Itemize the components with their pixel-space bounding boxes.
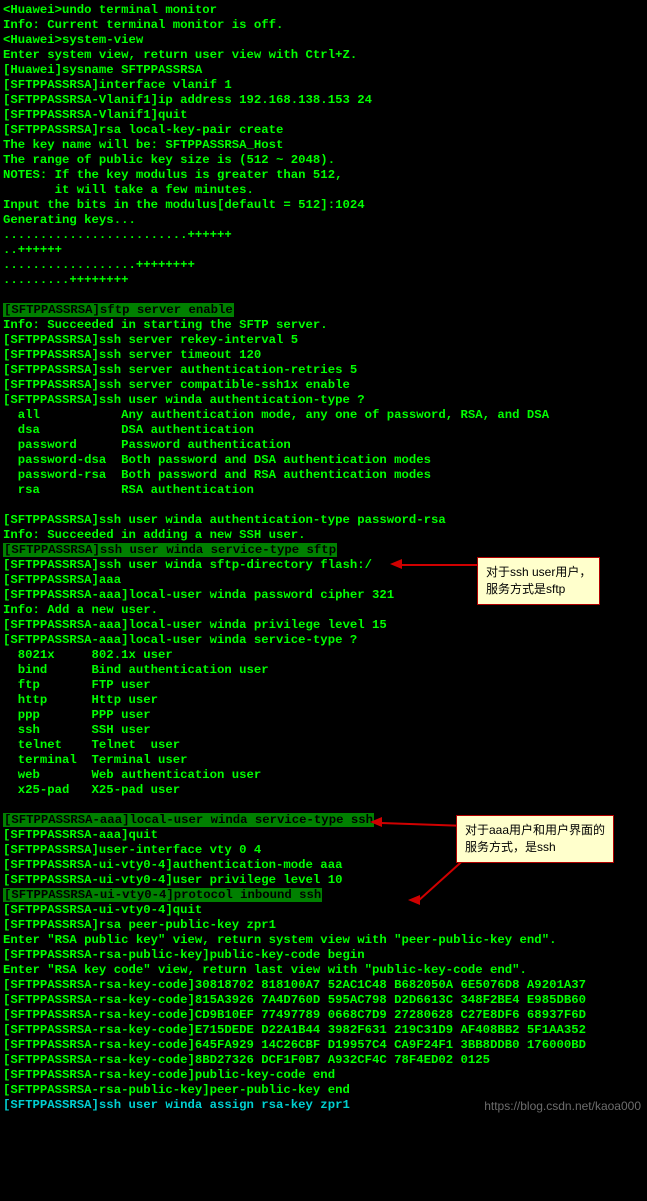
terminal-line: dsa DSA authentication xyxy=(3,423,644,438)
highlighted-command: [SFTPPASSRSA-ui-vty0-4]protocol inbound … xyxy=(3,888,322,902)
callout-text: 对于aaa用户和用户界面的 xyxy=(465,822,605,839)
terminal-line: <Huawei>system-view xyxy=(3,33,644,48)
terminal-line: 8021x 802.1x user xyxy=(3,648,644,663)
terminal-line: ssh SSH user xyxy=(3,723,644,738)
terminal-line: Enter system view, return user view with… xyxy=(3,48,644,63)
arrow-head-icon xyxy=(370,817,382,827)
terminal-line: password-dsa Both password and DSA authe… xyxy=(3,453,644,468)
terminal-line: terminal Terminal user xyxy=(3,753,644,768)
terminal-line: it will take a few minutes. xyxy=(3,183,644,198)
terminal-line: [SFTPPASSRSA]interface vlanif 1 xyxy=(3,78,644,93)
terminal-line: <Huawei>undo terminal monitor xyxy=(3,3,644,18)
terminal-line: [SFTPPASSRSA]ssh user winda authenticati… xyxy=(3,393,644,408)
terminal-line xyxy=(3,498,644,513)
terminal-line: Enter "RSA public key" view, return syst… xyxy=(3,933,644,948)
terminal-line: [SFTPPASSRSA-rsa-key-code]public-key-cod… xyxy=(3,1068,644,1083)
terminal-line: [SFTPPASSRSA-rsa-key-code]645FA929 14C26… xyxy=(3,1038,644,1053)
highlighted-command: [SFTPPASSRSA-aaa]local-user winda servic… xyxy=(3,813,374,827)
arrow-line xyxy=(400,564,478,566)
terminal-line: ..++++++ xyxy=(3,243,644,258)
terminal-line: password Password authentication xyxy=(3,438,644,453)
highlighted-command: [SFTPPASSRSA]sftp server enable xyxy=(3,303,234,317)
terminal-line: telnet Telnet user xyxy=(3,738,644,753)
terminal-line: The key name will be: SFTPPASSRSA_Host xyxy=(3,138,644,153)
annotation-callout: 对于ssh user用户，服务方式是sftp xyxy=(477,557,600,605)
terminal-line: [SFTPPASSRSA-ui-vty0-4]quit xyxy=(3,903,644,918)
terminal-line: .........................++++++ xyxy=(3,228,644,243)
callout-text: 服务方式，是ssh xyxy=(465,839,605,856)
terminal-line: [SFTPPASSRSA]ssh server rekey-interval 5 xyxy=(3,333,644,348)
terminal-line: Info: Succeeded in adding a new SSH user… xyxy=(3,528,644,543)
terminal-line: NOTES: If the key modulus is greater tha… xyxy=(3,168,644,183)
terminal-line: [SFTPPASSRSA-rsa-key-code]30818702 81810… xyxy=(3,978,644,993)
terminal-line: Input the bits in the modulus[default = … xyxy=(3,198,644,213)
terminal-line: [SFTPPASSRSA-rsa-key-code]8BD27326 DCF1F… xyxy=(3,1053,644,1068)
terminal-line: [SFTPPASSRSA]ssh server compatible-ssh1x… xyxy=(3,378,644,393)
terminal-line: [SFTPPASSRSA-rsa-public-key]peer-public-… xyxy=(3,1083,644,1098)
arrow-head-icon xyxy=(408,895,420,905)
annotation-callout: 对于aaa用户和用户界面的服务方式，是ssh xyxy=(456,815,614,863)
watermark-text: https://blog.csdn.net/kaoa000 xyxy=(484,1099,641,1114)
terminal-line: Info: Add a new user. xyxy=(3,603,644,618)
terminal-line: http Http user xyxy=(3,693,644,708)
terminal-line: ppp PPP user xyxy=(3,708,644,723)
terminal-line: [SFTPPASSRSA]ssh user winda service-type… xyxy=(3,543,644,558)
terminal-line: .........++++++++ xyxy=(3,273,644,288)
terminal-line: [SFTPPASSRSA-rsa-key-code]E715DEDE D22A1… xyxy=(3,1023,644,1038)
terminal-line: ftp FTP user xyxy=(3,678,644,693)
terminal-line: [SFTPPASSRSA-ui-vty0-4]protocol inbound … xyxy=(3,888,644,903)
terminal-line: Info: Succeeded in starting the SFTP ser… xyxy=(3,318,644,333)
terminal-line: [SFTPPASSRSA-Vlanif1]ip address 192.168.… xyxy=(3,93,644,108)
terminal-line: The range of public key size is (512 ~ 2… xyxy=(3,153,644,168)
terminal-line: [SFTPPASSRSA]ssh server authentication-r… xyxy=(3,363,644,378)
terminal-line: all Any authentication mode, any one of … xyxy=(3,408,644,423)
terminal-line: [SFTPPASSRSA-ui-vty0-4]user privilege le… xyxy=(3,873,644,888)
terminal-line: [SFTPPASSRSA]ssh server timeout 120 xyxy=(3,348,644,363)
terminal-line: ..................++++++++ xyxy=(3,258,644,273)
terminal-line: [Huawei]sysname SFTPPASSRSA xyxy=(3,63,644,78)
terminal-line: Enter "RSA key code" view, return last v… xyxy=(3,963,644,978)
highlighted-command: [SFTPPASSRSA]ssh user winda service-type… xyxy=(3,543,337,557)
terminal-line: Info: Current terminal monitor is off. xyxy=(3,18,644,33)
terminal-line: x25-pad X25-pad user xyxy=(3,783,644,798)
callout-text: 服务方式是sftp xyxy=(486,581,591,598)
terminal-line xyxy=(3,798,644,813)
callout-text: 对于ssh user用户， xyxy=(486,564,591,581)
terminal-line xyxy=(3,288,644,303)
terminal-line: [SFTPPASSRSA]rsa peer-public-key zpr1 xyxy=(3,918,644,933)
terminal-line: [SFTPPASSRSA]ssh user winda authenticati… xyxy=(3,513,644,528)
arrow-head-icon xyxy=(390,559,402,569)
terminal-line: [SFTPPASSRSA-rsa-key-code]CD9B10EF 77497… xyxy=(3,1008,644,1023)
terminal-line: Generating keys... xyxy=(3,213,644,228)
terminal-line: [SFTPPASSRSA-rsa-key-code]815A3926 7A4D7… xyxy=(3,993,644,1008)
terminal-line: [SFTPPASSRSA-Vlanif1]quit xyxy=(3,108,644,123)
terminal-line: [SFTPPASSRSA-rsa-public-key]public-key-c… xyxy=(3,948,644,963)
terminal-line: bind Bind authentication user xyxy=(3,663,644,678)
terminal-line: password-rsa Both password and RSA authe… xyxy=(3,468,644,483)
terminal-line: [SFTPPASSRSA-aaa]local-user winda servic… xyxy=(3,633,644,648)
terminal-line: [SFTPPASSRSA-aaa]local-user winda privil… xyxy=(3,618,644,633)
terminal-line: rsa RSA authentication xyxy=(3,483,644,498)
terminal-line: [SFTPPASSRSA]sftp server enable xyxy=(3,303,644,318)
terminal-line: web Web authentication user xyxy=(3,768,644,783)
terminal-line: [SFTPPASSRSA]rsa local-key-pair create xyxy=(3,123,644,138)
